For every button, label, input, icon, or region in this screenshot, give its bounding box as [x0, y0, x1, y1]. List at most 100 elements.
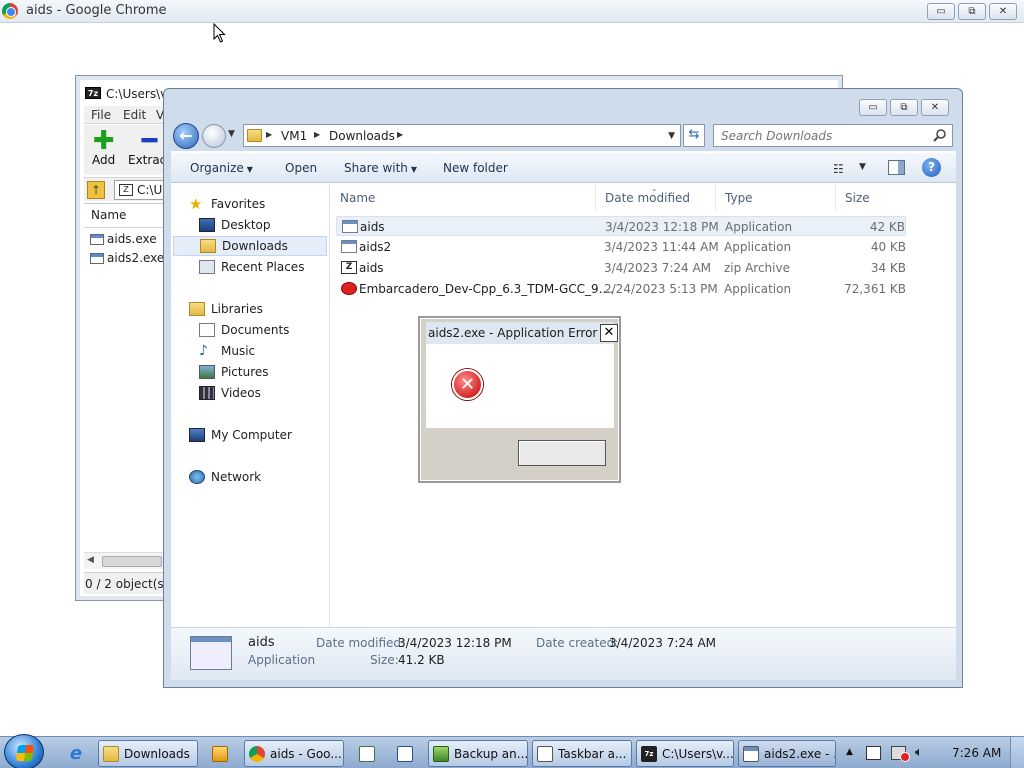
7zip-icon: 7z [641, 745, 657, 762]
show-desktop-button[interactable] [1010, 737, 1024, 768]
nav-network[interactable]: Network [189, 467, 329, 487]
column-header-type[interactable]: Type [716, 184, 836, 210]
view-dropdown-icon[interactable]: ▼ [859, 162, 866, 172]
taskbar-item-aids2-error[interactable]: aids2.exe - ... [738, 740, 836, 767]
details-date-created-label: Date created: [536, 636, 619, 650]
scroll-left-icon[interactable]: ◀ [87, 555, 94, 565]
details-date-modified-label: Date modified: [316, 636, 406, 650]
taskbar-pin-ie[interactable]: e [58, 740, 94, 767]
add-button[interactable]: ✚ Add [92, 126, 115, 167]
breadcrumb-downloads[interactable]: Downloads [329, 129, 395, 143]
menu-edit[interactable]: Edit [123, 108, 146, 122]
desktop-icon [199, 218, 215, 232]
dialog-close-button[interactable]: ✕ [600, 324, 618, 342]
chrome-minimize-button[interactable]: ▭ [927, 3, 955, 20]
taskbar-item-downloads[interactable]: Downloads [98, 740, 198, 767]
nav-desktop[interactable]: Desktop [199, 215, 327, 235]
action-center-icon[interactable] [866, 746, 881, 760]
preview-pane-icon[interactable] [888, 160, 905, 175]
table-row[interactable]: Z aids 3/4/2023 7:24 AM zip Archive 34 K… [336, 258, 906, 278]
nav-favorites[interactable]: ★ Favorites [189, 194, 329, 214]
scrollbar-thumb[interactable] [102, 556, 162, 567]
table-row[interactable]: aids 3/4/2023 12:18 PM Application 42 KB [336, 216, 906, 236]
search-box[interactable] [713, 124, 953, 147]
search-icon[interactable] [933, 128, 947, 142]
search-input[interactable] [714, 125, 929, 146]
network-icon [189, 470, 205, 484]
exe-file-icon [90, 233, 104, 245]
table-row[interactable]: Embarcadero_Dev-Cpp_6.3_TDM-GCC_9.... 2/… [336, 279, 906, 299]
pictures-icon [199, 365, 215, 379]
details-size-label: Size: [370, 653, 399, 667]
view-options-icon[interactable]: ☷ [833, 162, 844, 176]
explorer-restore-button[interactable]: ⧉ [890, 99, 918, 116]
backup-icon [433, 745, 449, 762]
taskbar-item-chrome[interactable]: aids - Goo... [244, 740, 344, 767]
plus-icon: ✚ [92, 126, 115, 156]
column-header-size[interactable]: Size [836, 184, 916, 210]
column-header-date-modified[interactable]: Date modified [596, 184, 716, 210]
explorer-navigation-bar: ← ▼ ▶ VM1 ▶ Downloads ▶ ▼ ⇆ [171, 121, 956, 151]
list-item[interactable]: aids.exe [90, 232, 157, 246]
menu-file[interactable]: File [91, 108, 111, 122]
navigation-pane: ★ Favorites Desktop Downloads Recent Plac… [171, 184, 330, 627]
dropdown-arrow-icon: ▼ [410, 165, 418, 174]
chrome-icon [2, 3, 18, 19]
nav-libraries[interactable]: Libraries [189, 299, 329, 319]
application-icon [342, 220, 358, 233]
videos-icon [199, 386, 215, 400]
nav-downloads[interactable]: Downloads [173, 236, 327, 256]
volume-icon[interactable]: 🔈︎ [915, 746, 930, 760]
recent-pages-dropdown-icon[interactable]: ▼ [228, 129, 235, 139]
folder-up-icon[interactable]: ↑ [87, 181, 105, 199]
star-icon: ★ [189, 195, 203, 213]
address-dropdown-icon[interactable]: ▼ [668, 131, 675, 141]
breadcrumb-separator-icon[interactable]: ▶ [314, 130, 320, 139]
organize-button[interactable]: Organize ▼ [190, 161, 253, 175]
recent-places-icon [199, 260, 215, 274]
chrome-close-button[interactable]: ✕ [989, 3, 1017, 20]
7zip-icon: 7z [85, 87, 101, 99]
nav-documents[interactable]: Documents [199, 320, 327, 340]
media-player-icon [212, 745, 228, 762]
explorer-minimize-button[interactable]: ▭ [859, 99, 887, 116]
nav-pictures[interactable]: Pictures [199, 362, 327, 382]
list-item[interactable]: aids2.exe [90, 251, 164, 265]
application-icon [190, 636, 232, 670]
dropdown-arrow-icon: ▼ [246, 165, 253, 174]
new-folder-button[interactable]: New folder [443, 161, 508, 175]
error-icon: ✕ [452, 369, 483, 400]
taskbar: e Downloads aids - Goo... Backup an... T… [0, 734, 1024, 768]
open-button[interactable]: Open [285, 161, 317, 175]
breadcrumb-vm1[interactable]: VM1 [281, 129, 307, 143]
nav-music[interactable]: ♪ Music [199, 341, 327, 361]
system-clock[interactable]: 7:26 AM [952, 746, 1001, 760]
breadcrumb-separator-icon[interactable]: ▶ [397, 130, 403, 139]
taskbar-item-taskbar[interactable]: Taskbar a... [532, 740, 632, 767]
taskbar-pin-app-2[interactable] [387, 740, 423, 767]
breadcrumb-separator-icon[interactable]: ▶ [266, 130, 272, 139]
back-button[interactable]: ← [173, 123, 199, 149]
refresh-button[interactable]: ⇆ [683, 124, 705, 147]
nav-videos[interactable]: Videos [199, 383, 327, 403]
dialog-title: aids2.exe - Application Error [428, 326, 598, 340]
taskbar-pin-media-player[interactable] [202, 740, 238, 767]
forward-button[interactable] [202, 124, 226, 148]
table-row[interactable]: aids2 3/4/2023 11:44 AM Application 40 K… [336, 237, 906, 257]
taskbar-pin-app-1[interactable] [349, 740, 385, 767]
taskbar-item-backup[interactable]: Backup an... [428, 740, 528, 767]
column-header-name[interactable]: Name [331, 184, 596, 210]
address-bar[interactable]: ▶ VM1 ▶ Downloads ▶ ▼ [243, 124, 681, 147]
help-icon[interactable]: ? [922, 158, 941, 177]
explorer-close-button[interactable]: ✕ [921, 99, 949, 116]
taskbar-item-7zip[interactable]: 7z C:\Users\v... [636, 740, 734, 767]
dialog-ok-button[interactable] [518, 440, 606, 466]
nav-recent-places[interactable]: Recent Places [199, 257, 327, 277]
nav-my-computer[interactable]: My Computer [189, 425, 329, 445]
share-with-button[interactable]: Share with ▼ [344, 161, 417, 175]
downloads-folder-icon [200, 239, 216, 253]
details-date-modified: 3/4/2023 12:18 PM [398, 636, 512, 650]
start-button[interactable] [4, 734, 44, 768]
chrome-restore-button[interactable]: ⧉ [958, 3, 986, 20]
show-hidden-icons-icon[interactable]: ▲ [846, 747, 853, 757]
